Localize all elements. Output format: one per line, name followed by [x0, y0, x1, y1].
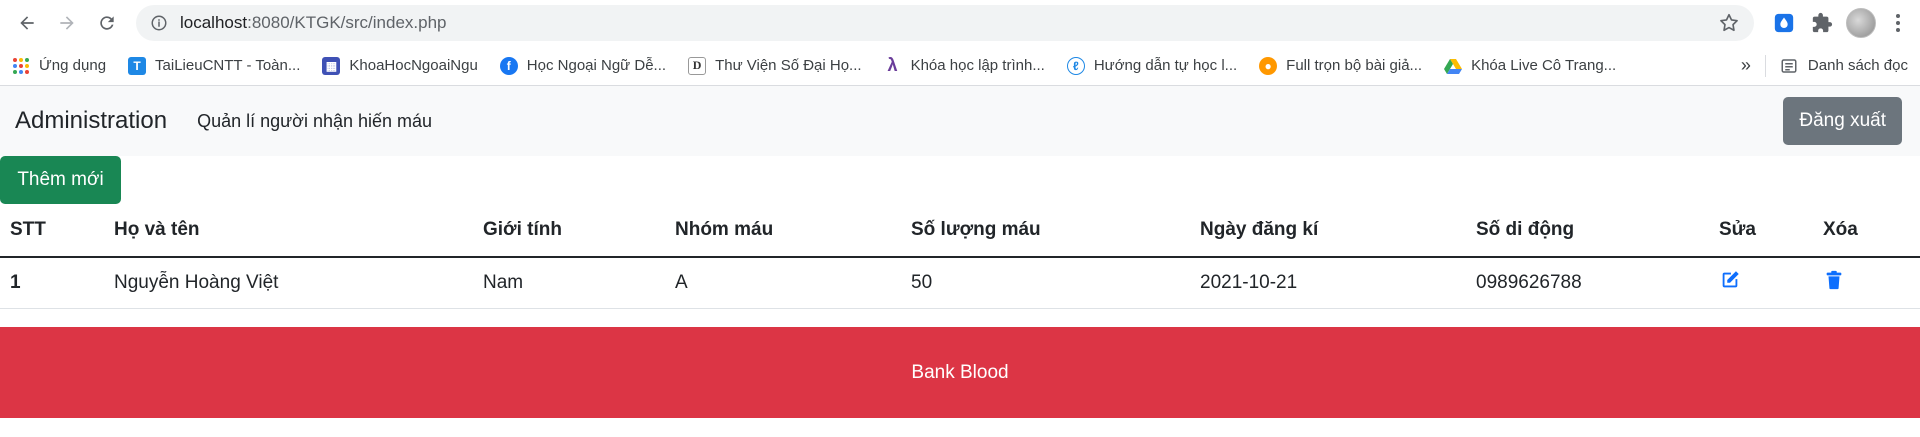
header-edit: Sửa [1709, 204, 1813, 258]
edit-icon[interactable] [1719, 269, 1741, 291]
reading-list-button[interactable]: Danh sách đọc [1780, 57, 1908, 75]
bookmark-apps[interactable]: Ứng dụng [12, 57, 106, 75]
puzzle-icon [1812, 12, 1833, 33]
address-bar[interactable]: localhost:8080/KTGK/src/index.php [136, 5, 1754, 41]
navbar-brand[interactable]: Administration [15, 107, 167, 135]
bookmark-khoa-live[interactable]: Khóa Live Cô Trang... [1444, 57, 1616, 75]
bookmark-star-icon[interactable] [1718, 12, 1740, 34]
cell-name: Nguyễn Hoàng Việt [104, 257, 473, 309]
reload-icon [100, 16, 114, 30]
add-new-button[interactable]: Thêm mới [0, 156, 121, 204]
header-name: Họ và tên [104, 204, 473, 258]
lambda-favicon-icon: λ [887, 55, 898, 75]
header-stt: STT [0, 204, 104, 258]
browser-menu-button[interactable] [1886, 14, 1910, 32]
bookmark-label: Hướng dẫn tự học l... [1093, 57, 1238, 74]
bookmark-label: KhoaHocNgoaiNgu [349, 57, 478, 74]
app-navbar: Administration Quản lí người nhận hiến m… [0, 86, 1920, 156]
thu-vien-favicon-icon: D [688, 56, 707, 75]
cell-stt: 1 [0, 257, 104, 309]
bookmark-huong-dan-tu-hoc[interactable]: ℓ Hướng dẫn tự học l... [1066, 56, 1238, 75]
bookmarks-more-button[interactable]: » [1741, 55, 1751, 76]
bookmark-hoc-ngoai-ngu[interactable]: f Học Ngoại Ngữ Dễ... [499, 56, 667, 75]
facebook-icon: f [499, 56, 518, 75]
bookmarks-bar: Ứng dụng T TaiLieuCNTT - Toàn... ▦ KhoaH… [0, 46, 1920, 86]
bookmark-khoa-hoc-lap-trinh[interactable]: λ Khóa học lập trình... [884, 55, 1045, 75]
droplet-extension-icon [1774, 13, 1794, 33]
header-gender: Giới tính [473, 204, 665, 258]
extensions-button[interactable] [1806, 7, 1838, 39]
header-delete: Xóa [1813, 204, 1920, 258]
full-tron-bo-favicon-icon: ● [1259, 56, 1278, 75]
extension-droplet-button[interactable] [1768, 7, 1800, 39]
bookmark-label: TaiLieuCNTT - Toàn... [155, 57, 301, 74]
tailieucntt-favicon-icon: T [128, 56, 147, 75]
nav-link-recipients[interactable]: Quản lí người nhận hiến máu [197, 111, 432, 132]
cell-blood-group: A [665, 257, 901, 309]
reading-list-icon [1781, 58, 1797, 73]
footer-text: Bank Blood [911, 361, 1009, 383]
cell-date: 2021-10-21 [1190, 257, 1466, 309]
reading-list-label: Danh sách đọc [1807, 57, 1908, 74]
bookmark-label: Khóa Live Cô Trang... [1471, 57, 1617, 74]
huong-dan-favicon-icon: ℓ [1066, 56, 1085, 75]
arrow-left-icon [20, 16, 34, 30]
header-amount: Số lượng máu [901, 204, 1190, 258]
forward-button[interactable] [50, 6, 84, 40]
table-row: 1 Nguyễn Hoàng Việt Nam A 50 2021-10-21 … [0, 257, 1920, 309]
trash-icon[interactable] [1823, 269, 1845, 291]
info-icon [151, 15, 167, 31]
arrow-right-icon [60, 16, 74, 30]
reload-button[interactable] [90, 6, 124, 40]
bookmark-label: Thư Viện Số Đại Họ... [715, 57, 862, 74]
bookmark-tailieucntt[interactable]: T TaiLieuCNTT - Toàn... [128, 56, 301, 75]
bookmark-label: Full trọn bộ bài giả... [1286, 57, 1423, 74]
bookmark-label: Học Ngoại Ngữ Dễ... [526, 57, 667, 74]
back-button[interactable] [10, 6, 44, 40]
apps-grid-icon [13, 57, 29, 74]
bookmark-label: Ứng dụng [39, 57, 107, 74]
cell-phone: 0989626788 [1466, 257, 1709, 309]
cell-edit [1709, 257, 1813, 309]
khoahoc-favicon-icon: ▦ [322, 56, 341, 75]
table-header-row: STT Họ và tên Giới tính Nhóm máu Số lượn… [0, 204, 1920, 258]
cell-delete [1813, 257, 1920, 309]
url-text: localhost:8080/KTGK/src/index.php [180, 13, 447, 32]
header-date: Ngày đăng kí [1190, 204, 1466, 258]
bookmark-khoahocngoaingu[interactable]: ▦ KhoaHocNgoaiNgu [322, 56, 478, 75]
header-phone: Số di động [1466, 204, 1709, 258]
bookmark-label: Khóa học lập trình... [910, 57, 1045, 74]
page-footer: Bank Blood [0, 327, 1920, 418]
recipients-table: STT Họ và tên Giới tính Nhóm máu Số lượn… [0, 204, 1920, 309]
google-drive-icon [1444, 58, 1463, 74]
cell-gender: Nam [473, 257, 665, 309]
header-blood-group: Nhóm máu [665, 204, 901, 258]
bookmarks-divider [1764, 54, 1766, 77]
profile-avatar[interactable] [1846, 8, 1876, 38]
logout-button[interactable]: Đăng xuất [1783, 97, 1902, 145]
bookmark-full-tron-bo[interactable]: ● Full trọn bộ bài giả... [1259, 56, 1423, 75]
cell-amount: 50 [901, 257, 1190, 309]
browser-toolbar: localhost:8080/KTGK/src/index.php [0, 0, 1920, 46]
bookmark-thu-vien-so[interactable]: D Thư Viện Số Đại Họ... [688, 56, 862, 75]
